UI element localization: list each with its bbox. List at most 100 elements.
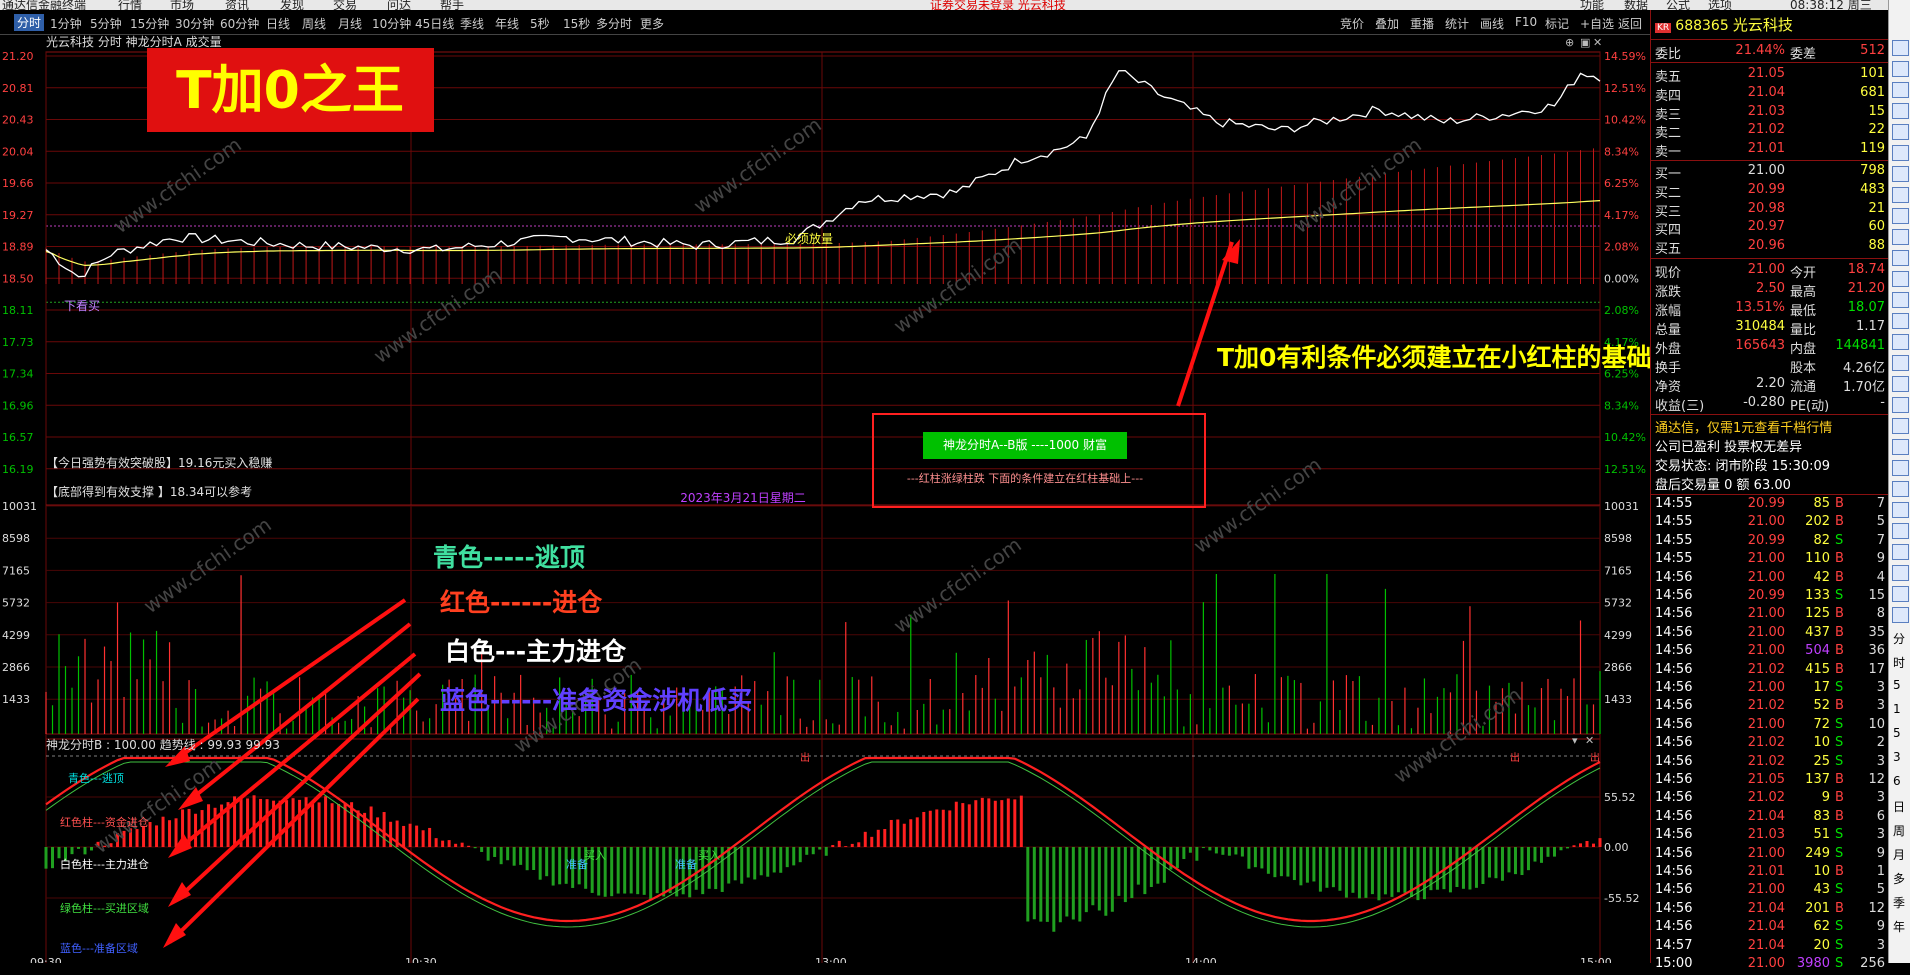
sidebar-tool-icon[interactable]	[1892, 124, 1909, 140]
period-day[interactable]: 日线	[266, 15, 290, 32]
tool-tongji[interactable]: 统计	[1445, 15, 1469, 32]
period-year[interactable]: 年线	[495, 15, 519, 32]
sidebar-tool-icon[interactable]	[1892, 565, 1909, 581]
tool-diejia[interactable]: 叠加	[1375, 15, 1399, 32]
sidebar-period-label[interactable]: 5	[1893, 678, 1901, 692]
period-week[interactable]: 周线	[302, 15, 326, 32]
period-fenshi[interactable]: 分时	[14, 14, 45, 31]
period-15min[interactable]: 15分钟	[130, 15, 169, 32]
tool-chongbo[interactable]: 重播	[1410, 15, 1434, 32]
pct-axis-label: 2.08%	[1604, 304, 1639, 317]
tool-huaxian[interactable]: 画线	[1480, 15, 1504, 32]
sidebar-tool-icon[interactable]	[1892, 376, 1909, 392]
quote-cell: 9	[1876, 845, 1885, 861]
sidebar-period-label[interactable]: 5	[1893, 726, 1901, 740]
sidebar-tool-icon[interactable]	[1892, 82, 1909, 98]
sidebar-period-label[interactable]: 1	[1893, 702, 1901, 716]
quote-cell: S	[1835, 882, 1844, 898]
sidebar-period-label[interactable]: 3	[1893, 750, 1901, 764]
menu-xuanxiang[interactable]: 选项	[1708, 0, 1732, 10]
sidebar-tool-icon[interactable]	[1892, 397, 1909, 413]
period-month[interactable]: 月线	[338, 15, 362, 32]
sidebar-tool-icon[interactable]	[1892, 481, 1909, 497]
quote-cell: 14:56	[1655, 827, 1693, 843]
sidebar-tool-icon[interactable]	[1892, 439, 1909, 455]
menu-shuju[interactable]: 数据	[1624, 0, 1648, 10]
period-1min[interactable]: 1分钟	[50, 15, 82, 32]
sidebar-period-label[interactable]: 时	[1893, 654, 1905, 671]
quote-cell: 13.51%	[1735, 300, 1785, 315]
sidebar-tool-icon[interactable]	[1892, 145, 1909, 161]
menu-zixun[interactable]: 资讯	[225, 0, 249, 10]
tool-biaoji[interactable]: 标记	[1545, 15, 1569, 32]
tool-zixuan[interactable]: +自选	[1580, 15, 1614, 32]
sidebar-tool-icon[interactable]	[1892, 523, 1909, 539]
quote-cell: 133	[1805, 588, 1830, 603]
tool-jingjia[interactable]: 竞价	[1340, 15, 1364, 32]
sidebar-tool-icon[interactable]	[1892, 103, 1909, 119]
sidebar-tool-icon[interactable]	[1892, 460, 1909, 476]
quote-row: 买三 20.98 21	[1655, 201, 1885, 220]
sidebar-period-label[interactable]: 季	[1893, 894, 1905, 911]
menu-shichang[interactable]: 市场	[170, 0, 194, 10]
period-10min[interactable]: 10分钟	[372, 15, 411, 32]
sidebar-tool-icon[interactable]	[1892, 334, 1909, 350]
sidebar-period-label[interactable]: 分	[1893, 630, 1905, 647]
sidebar-tool-icon[interactable]	[1892, 544, 1909, 560]
period-5sec[interactable]: 5秒	[530, 15, 550, 32]
sidebar-tool-icon[interactable]	[1892, 187, 1909, 203]
period-5min[interactable]: 5分钟	[90, 15, 122, 32]
quote-cell: 7	[1876, 496, 1885, 511]
quote-row: 14:56 21.00 249 S 9	[1655, 846, 1885, 865]
sidebar-tool-icon[interactable]	[1892, 250, 1909, 266]
sidebar-period-label[interactable]: 日	[1893, 798, 1905, 815]
tool-f10[interactable]: F10	[1515, 15, 1537, 29]
sidebar-tool-icon[interactable]	[1892, 292, 1909, 308]
sidebar-tool-icon[interactable]	[1892, 61, 1909, 77]
pct-axis-label: 6.25%	[1604, 177, 1639, 190]
period-45day[interactable]: 45日线	[415, 15, 454, 32]
period-30min[interactable]: 30分钟	[175, 15, 214, 32]
period-more[interactable]: 更多	[640, 15, 664, 32]
menu-jiaoyi[interactable]: 交易	[333, 0, 357, 10]
sidebar-period-label[interactable]: 多	[1893, 870, 1905, 887]
sidebar-tool-icon[interactable]	[1892, 271, 1909, 287]
sidebar-tool-icon[interactable]	[1892, 355, 1909, 371]
sidebar-tool-icon[interactable]	[1892, 313, 1909, 329]
menu-faxian[interactable]: 发现	[280, 0, 304, 10]
volume-axis-label: 5732	[2, 597, 30, 610]
sidebar-period-label[interactable]: 年	[1893, 918, 1905, 935]
menu-wenda[interactable]: 问达	[387, 0, 411, 10]
divider	[1651, 414, 1889, 415]
menu-gongneng[interactable]: 功能	[1580, 0, 1604, 10]
price-axis-label: 19.66	[2, 177, 34, 190]
menu-hangqing[interactable]: 行情	[118, 0, 142, 10]
menu-gongshi[interactable]: 公式	[1666, 0, 1690, 10]
quote-cell: 14:56	[1655, 808, 1693, 824]
panel-config-icon: ⊕	[1565, 36, 1574, 49]
sidebar-tool-icon[interactable]	[1892, 418, 1909, 434]
sidebar-tool-icon[interactable]	[1892, 40, 1909, 56]
sidebar-period-label[interactable]: 周	[1893, 822, 1905, 839]
sidebar-tool-icon[interactable]	[1892, 208, 1909, 224]
tool-back[interactable]: 返回	[1618, 15, 1642, 32]
sidebar-tool-icon[interactable]	[1892, 607, 1909, 623]
sidebar-tool-icon[interactable]	[1892, 229, 1909, 245]
period-60min[interactable]: 60分钟	[220, 15, 259, 32]
quote-cell: 14:55	[1655, 514, 1693, 530]
sidebar-tool-icon[interactable]	[1892, 586, 1909, 602]
sidebar-period-label[interactable]: 月	[1893, 846, 1905, 863]
sidebar-period-label[interactable]: 6	[1893, 774, 1901, 788]
quote-cell: 9	[1876, 919, 1885, 935]
sidebar-tool-icon[interactable]	[1892, 166, 1909, 182]
quote-cell: 委比	[1655, 47, 1682, 62]
intraday-chart[interactable]: 21.20 14.59% 20.81 12.51% 20.43 10.42% 20.04 8.…	[0, 34, 1650, 963]
buy-low-label: 下看买	[64, 299, 100, 313]
quote-cell: 21.03	[1747, 103, 1785, 119]
period-season[interactable]: 季线	[460, 15, 484, 32]
menu-bangshou[interactable]: 帮手	[440, 0, 464, 10]
quote-row: 14:56 21.00 72 S 10	[1655, 717, 1885, 736]
period-15sec[interactable]: 15秒	[563, 15, 590, 32]
sidebar-tool-icon[interactable]	[1892, 502, 1909, 518]
period-multi[interactable]: 多分时	[596, 15, 632, 32]
